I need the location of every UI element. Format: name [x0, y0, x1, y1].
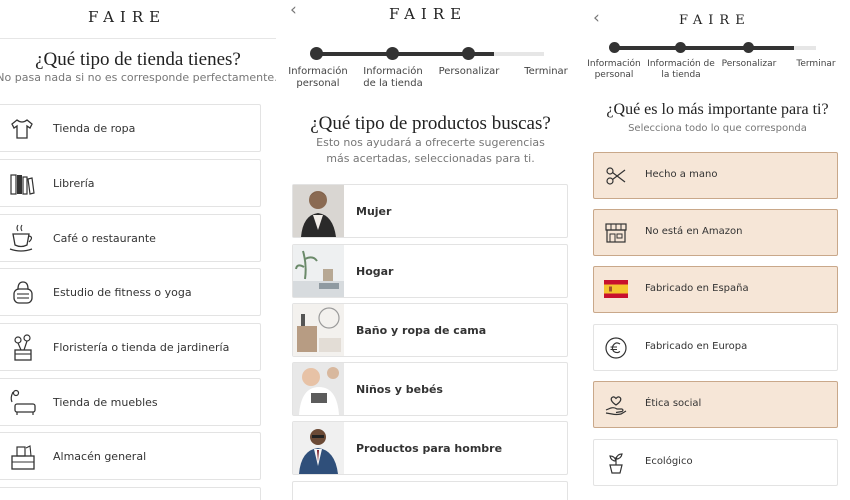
store-option-furniture[interactable]: Tienda de muebles — [0, 378, 261, 426]
books-icon — [10, 174, 35, 195]
option-label: Mujer — [356, 205, 392, 218]
storefront-icon — [605, 223, 627, 243]
faire-logo: FAIRE — [679, 13, 751, 28]
option-label: Tienda de ropa — [53, 122, 136, 135]
option-label: Floristería o tienda de jardinería — [53, 341, 230, 354]
store-option-partial[interactable] — [0, 487, 261, 500]
product-option-kids-babies[interactable]: Niños y bebés — [292, 362, 568, 416]
step-label: Información personal — [587, 59, 641, 80]
step-label: Personalizar — [721, 59, 777, 69]
euro-icon — [605, 337, 627, 359]
sofa-lamp-icon — [10, 389, 36, 415]
home-decor-photo — [293, 245, 344, 297]
kettlebell-icon — [13, 281, 33, 304]
option-label: Hecho a mano — [645, 169, 718, 180]
step-complete-icon — [743, 42, 754, 53]
back-button[interactable]: ‹ — [593, 8, 600, 28]
page-subtitle: Selecciona todo lo que corresponda — [628, 123, 807, 134]
header-divider — [0, 38, 276, 39]
option-label: Café o restaurante — [53, 232, 156, 245]
option-label: Fabricado en Europa — [645, 341, 748, 352]
step-complete-icon — [462, 47, 475, 60]
store-type-screen: FAIRE ¿Qué tipo de tienda tienes? No pas… — [0, 0, 276, 500]
heart-hand-icon — [605, 396, 627, 416]
faire-logo: FAIRE — [389, 5, 468, 23]
store-option-florist[interactable]: Floristería o tienda de jardinería — [0, 323, 261, 371]
faire-logo: FAIRE — [88, 8, 167, 26]
value-option-made-in-europe[interactable]: Fabricado en Europa — [593, 324, 838, 371]
page-subtitle: Esto nos ayudará a ofrecerte sugerencias… — [316, 136, 545, 165]
value-option-ecological[interactable]: Ecológico — [593, 439, 838, 486]
option-label: Hogar — [356, 265, 394, 278]
product-option-partial[interactable] — [292, 481, 568, 500]
store-option-bookstore[interactable]: Librería — [0, 159, 261, 207]
store-option-fitness[interactable]: Estudio de fitness o yoga — [0, 268, 261, 316]
tshirt-icon — [11, 119, 33, 139]
option-label: Tienda de muebles — [53, 396, 158, 409]
option-label: Ecológico — [645, 456, 693, 467]
step-label: Información de la tienda — [363, 66, 423, 89]
product-type-screen: ‹ FAIRE Información personal Información… — [276, 0, 585, 500]
option-label: Baño y ropa de cama — [356, 324, 487, 337]
value-option-handmade[interactable]: Hecho a mano — [593, 152, 838, 199]
page-title: ¿Qué es lo más importante para ti? — [606, 101, 829, 118]
spain-flag-icon — [604, 280, 628, 298]
value-option-social-ethics[interactable]: Ética social — [593, 381, 838, 428]
coffee-cup-icon — [9, 224, 33, 252]
step-label: Información de la tienda — [647, 59, 715, 80]
option-label: Librería — [53, 177, 95, 190]
step-complete-icon — [310, 47, 323, 60]
product-option-home[interactable]: Hogar — [292, 244, 568, 298]
value-option-not-on-amazon[interactable]: No está en Amazon — [593, 209, 838, 256]
page-subtitle: No pasa nada si no es corresponde perfec… — [0, 71, 276, 84]
woman-photo — [293, 185, 344, 237]
option-label: Niños y bebés — [356, 383, 443, 396]
plant-icon — [609, 453, 623, 474]
option-label: Almacén general — [53, 450, 147, 463]
store-option-clothing[interactable]: Tienda de ropa — [0, 104, 261, 152]
option-label: Estudio de fitness o yoga — [53, 286, 192, 299]
store-option-cafe[interactable]: Café o restaurante — [0, 214, 261, 262]
value-option-made-in-spain[interactable]: Fabricado en España — [593, 266, 838, 313]
step-complete-icon — [386, 47, 399, 60]
page-title: ¿Qué tipo de tienda tienes? — [35, 49, 241, 70]
step-label: Terminar — [524, 66, 568, 77]
option-label: Ética social — [645, 398, 702, 409]
option-label: No está en Amazon — [645, 226, 743, 237]
values-screen: ‹ FAIRE Información personal Información… — [585, 0, 850, 500]
step-complete-icon — [675, 42, 686, 53]
flower-pot-icon — [14, 334, 32, 361]
product-option-women[interactable]: Mujer — [292, 184, 568, 238]
storage-icon — [11, 445, 35, 470]
baby-photo — [293, 363, 344, 415]
step-label: Personalizar — [438, 66, 500, 77]
product-option-bath-bedding[interactable]: Baño y ropa de cama — [292, 303, 568, 357]
page-title: ¿Qué tipo de productos buscas? — [310, 113, 551, 134]
store-option-general[interactable]: Almacén general — [0, 432, 261, 480]
step-label: Terminar — [796, 59, 836, 69]
step-label: Información personal — [288, 66, 348, 89]
option-label: Productos para hombre — [356, 442, 503, 455]
man-photo — [293, 422, 344, 474]
product-option-men[interactable]: Productos para hombre — [292, 421, 568, 475]
bath-photo — [293, 304, 344, 356]
back-button[interactable]: ‹ — [290, 0, 297, 20]
scissors-icon — [606, 167, 626, 185]
option-label: Fabricado en España — [645, 283, 749, 294]
step-complete-icon — [609, 42, 620, 53]
progress-fill — [614, 46, 794, 50]
